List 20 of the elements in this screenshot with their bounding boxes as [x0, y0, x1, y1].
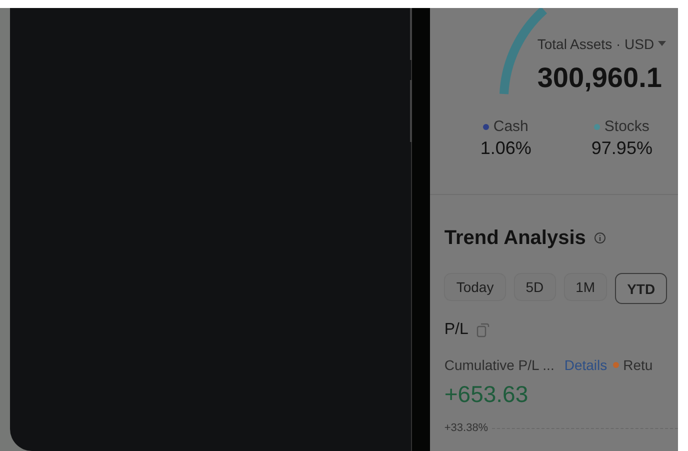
pl-label: P/L: [444, 320, 468, 340]
total-assets-label: Total Assets · USD: [537, 36, 654, 52]
allocation-percent: 1.06%: [480, 137, 532, 160]
allocation-percent: 97.95%: [591, 137, 652, 160]
allocation-label: Cash: [493, 118, 528, 136]
range-tab[interactable]: YTD: [615, 273, 668, 304]
cumulative-pl-label: Cumulative P/L ...: [444, 356, 554, 374]
section-title: Trend Analysis: [444, 226, 586, 251]
allocation-label: Stocks: [604, 118, 650, 136]
pl-value: +653.63: [444, 380, 530, 408]
range-tab[interactable]: Today: [444, 273, 506, 301]
range-tab[interactable]: 5D: [514, 273, 556, 301]
caret-icon[interactable]: [658, 41, 666, 47]
total-assets-value: 300,960.1: [537, 61, 663, 95]
axis-label: +33.38%: [444, 422, 488, 435]
info-icon[interactable]: [594, 232, 606, 244]
copy-icon[interactable]: [476, 322, 490, 338]
details-link[interactable]: Details: [564, 356, 608, 374]
legend-label: Retu: [623, 356, 653, 374]
range-tab[interactable]: 1M: [564, 273, 608, 301]
